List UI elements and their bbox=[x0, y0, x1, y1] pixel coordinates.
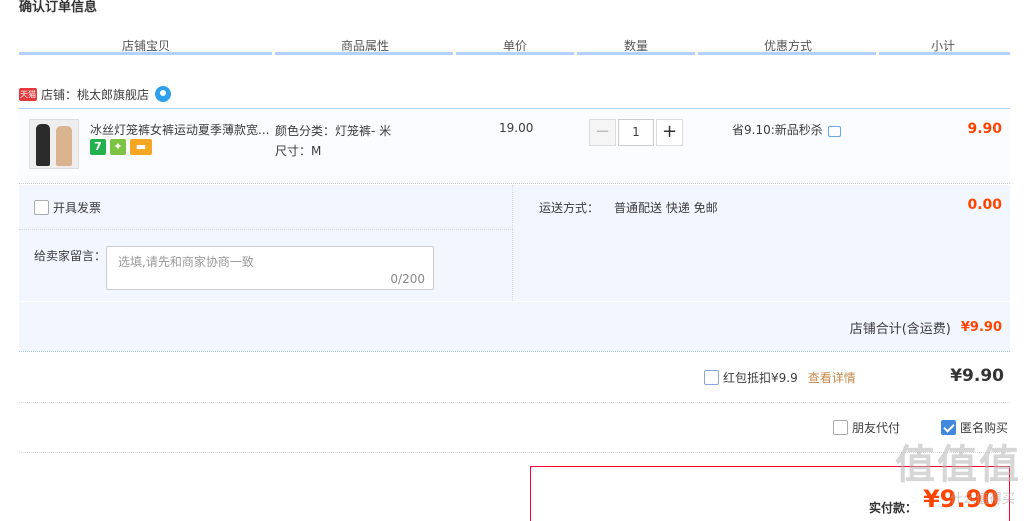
memo-textarea[interactable]: 选填,请先和商家协商一致 0/200 bbox=[106, 246, 434, 290]
red-packet-detail-link[interactable]: 查看详情 bbox=[808, 369, 856, 386]
item-title-link[interactable]: 冰丝灯笼裤女裤运动夏季薄款宽... bbox=[90, 121, 269, 138]
memo-placeholder: 选填,请先和商家协商一致 bbox=[118, 255, 254, 269]
shop-name[interactable]: 店铺：桃太郎旗舰店 bbox=[41, 86, 149, 103]
service-icons: 7 ✦ ▬ bbox=[90, 139, 152, 155]
order-options: 开具发票 给卖家留言： 选填,请先和商家协商一致 0/200 bbox=[19, 185, 513, 301]
discount-detail-icon[interactable] bbox=[827, 126, 841, 137]
column-header-bars bbox=[19, 52, 1010, 55]
shop-line: 天猫 店铺：桃太郎旗舰店 bbox=[19, 86, 172, 103]
pay-label: 实付款： bbox=[868, 501, 917, 515]
quantity-decrease-button[interactable]: − bbox=[589, 119, 616, 146]
discount-info: 省9.10:新品秒杀 bbox=[732, 121, 841, 138]
red-packet-option[interactable]: 红包抵扣¥9.9 查看详情 bbox=[704, 369, 856, 386]
memo-label: 给卖家留言： bbox=[34, 249, 107, 263]
attr-color: 颜色分类：灯笼裤- 米 bbox=[275, 124, 392, 138]
quantity-stepper: − 1 + bbox=[589, 119, 683, 146]
watermark-logo: 值值值 bbox=[895, 442, 1021, 488]
discount-label: 省9.10:新品秒杀 bbox=[732, 123, 823, 137]
wangwang-chat-icon[interactable] bbox=[155, 86, 172, 102]
order-item-row: 冰丝灯笼裤女裤运动夏季薄款宽... 7 ✦ ▬ 颜色分类：灯笼裤- 米 尺寸：M… bbox=[19, 108, 1010, 184]
item-thumbnail[interactable] bbox=[29, 119, 79, 169]
attr-size: 尺寸：M bbox=[275, 144, 322, 158]
shop-total-row: 店铺合计(含运费) ¥9.90 bbox=[19, 302, 1010, 352]
guarantee-icon[interactable]: ✦ bbox=[110, 139, 126, 155]
shipping-label: 运送方式： bbox=[539, 201, 600, 215]
quantity-increase-button[interactable]: + bbox=[656, 119, 683, 146]
friend-pay-checkbox[interactable] bbox=[833, 420, 848, 435]
unit-price: 19.00 bbox=[499, 121, 534, 135]
credit-card-icon[interactable]: ▬ bbox=[130, 139, 152, 155]
red-packet-checkbox[interactable] bbox=[704, 370, 719, 385]
tmall-badge-icon: 天猫 bbox=[19, 87, 37, 101]
invoice-option[interactable]: 开具发票 bbox=[34, 199, 101, 216]
watermark-text: 什么值得买 bbox=[949, 492, 1015, 507]
order-extra-section: 开具发票 给卖家留言： 选填,请先和商家协商一致 0/200 运送方式： 普通配… bbox=[19, 185, 1010, 301]
item-attributes: 颜色分类：灯笼裤- 米 尺寸：M bbox=[275, 121, 391, 161]
shipping-cost: 0.00 bbox=[967, 197, 1002, 213]
invoice-label: 开具发票 bbox=[53, 201, 102, 215]
red-packet-label: 红包抵扣¥9.9 bbox=[723, 371, 798, 385]
invoice-checkbox[interactable] bbox=[34, 200, 49, 215]
grand-total: ¥9.90 bbox=[950, 366, 1004, 386]
item-subtotal: 9.90 bbox=[967, 121, 1002, 137]
shop-total-label: 店铺合计(含运费) bbox=[849, 322, 951, 337]
memo-char-count: 0/200 bbox=[390, 272, 425, 286]
quantity-input[interactable]: 1 bbox=[618, 119, 654, 146]
shipping-method: 普通配送 快递 免邮 bbox=[614, 201, 718, 215]
friend-pay-option[interactable]: 朋友代付 bbox=[833, 419, 900, 436]
shop-total-amount: ¥9.90 bbox=[960, 320, 1002, 335]
page-title: 确认订单信息 bbox=[19, 0, 98, 15]
seven-day-return-icon[interactable]: 7 bbox=[90, 139, 106, 155]
friend-pay-label: 朋友代付 bbox=[852, 421, 901, 435]
